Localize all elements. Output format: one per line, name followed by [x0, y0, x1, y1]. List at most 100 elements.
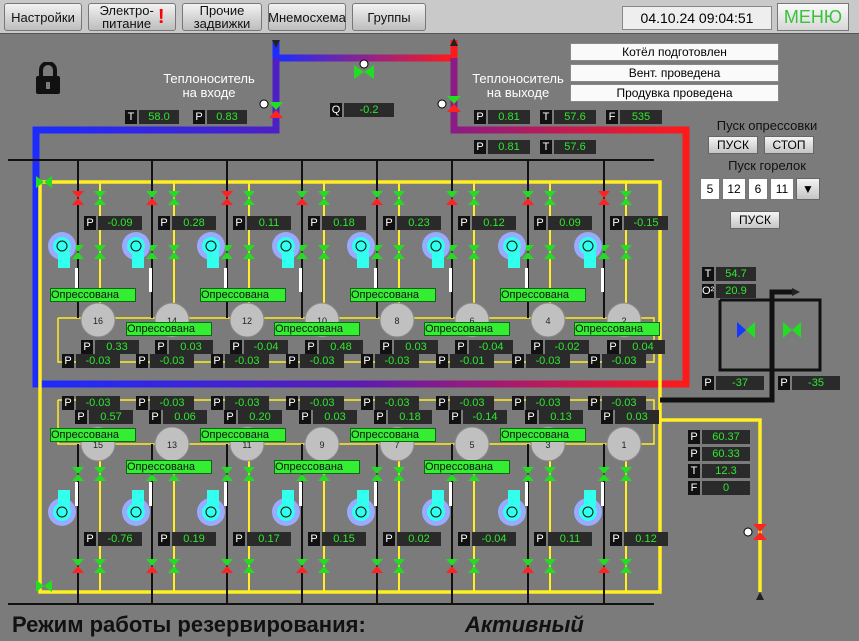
burner-icon[interactable]: 1 [606, 426, 642, 462]
indicator-bar [601, 482, 604, 506]
column-valve[interactable] [468, 245, 480, 259]
side-readout: P 60.37 [688, 430, 750, 444]
readout-label: P [158, 532, 170, 546]
burner-pressure: P 0.04 [607, 340, 665, 354]
flue-damper-right[interactable] [783, 322, 801, 338]
readout-value: -37 [716, 376, 764, 390]
column-valve[interactable] [221, 191, 233, 205]
column-valve[interactable] [393, 245, 405, 259]
column-valve[interactable] [393, 559, 405, 573]
readout-value: -0.03 [526, 354, 570, 368]
column-valve[interactable] [522, 559, 534, 573]
column-valve[interactable] [296, 191, 308, 205]
column-pressure: P -0.09 [84, 216, 142, 230]
column-valve[interactable] [318, 191, 330, 205]
column-valve[interactable] [468, 191, 480, 205]
column-valve[interactable] [468, 559, 480, 573]
column-valve[interactable] [620, 467, 632, 481]
column-valve[interactable] [146, 191, 158, 205]
burner-icon[interactable]: 5 [454, 426, 490, 462]
readout-value: 0.12 [624, 532, 668, 546]
readout-value: 0.11 [247, 216, 291, 230]
column-valve[interactable] [544, 191, 556, 205]
burner-icon[interactable]: 9 [304, 426, 340, 462]
column-valve[interactable] [522, 191, 534, 205]
flue-damper-left[interactable] [737, 322, 755, 338]
column-valve[interactable] [243, 559, 255, 573]
column-valve[interactable] [243, 245, 255, 259]
column-valve[interactable] [94, 467, 106, 481]
column-pressure: P 0.28 [158, 216, 216, 230]
column-valve[interactable] [446, 191, 458, 205]
burner-pressure: P -0.03 [136, 396, 194, 410]
chevron-down-icon[interactable]: ▼ [796, 178, 820, 200]
burner-pressure: P -0.03 [361, 396, 419, 410]
column-valve[interactable] [296, 559, 308, 573]
header-inlet-valve[interactable] [36, 176, 52, 188]
column-valve[interactable] [72, 467, 84, 481]
readout-label: P [149, 410, 161, 424]
column-valve[interactable] [94, 245, 106, 259]
burner-icon[interactable]: 8 [379, 302, 415, 338]
readout-value: 0.57 [89, 410, 133, 424]
column-valve[interactable] [620, 245, 632, 259]
readout-label: P [75, 410, 87, 424]
column-valve[interactable] [168, 559, 180, 573]
column-valve[interactable] [446, 559, 458, 573]
column-valve[interactable] [243, 467, 255, 481]
column-valve[interactable] [94, 559, 106, 573]
inlet-valve[interactable] [259, 99, 283, 118]
column-valve[interactable] [318, 245, 330, 259]
readout-label: P [224, 410, 236, 424]
column-valve[interactable] [598, 191, 610, 205]
column-valve[interactable] [146, 559, 158, 573]
column-valve[interactable] [620, 559, 632, 573]
column-valve[interactable] [522, 467, 534, 481]
readout-value: 0 [702, 481, 750, 495]
lock-icon[interactable] [34, 61, 62, 101]
column-valve[interactable] [393, 467, 405, 481]
burner-icon[interactable]: 13 [154, 426, 190, 462]
column-valve[interactable] [72, 559, 84, 573]
readout-label: P [474, 110, 486, 124]
column-valve[interactable] [168, 191, 180, 205]
outlet-readout: T 57.6 [540, 140, 596, 154]
outlet-valve[interactable] [437, 96, 461, 112]
readout-label: F [688, 481, 700, 495]
column-valve[interactable] [371, 559, 383, 573]
column-valve[interactable] [620, 191, 632, 205]
burner-icon[interactable]: 16 [80, 302, 116, 338]
readout-label: T [540, 140, 552, 154]
column-valve[interactable] [371, 191, 383, 205]
readout-label: P [383, 216, 395, 230]
column-valve[interactable] [598, 467, 610, 481]
column-valve[interactable] [221, 559, 233, 573]
column-valve[interactable] [168, 245, 180, 259]
burner-icon[interactable]: 12 [229, 302, 265, 338]
pressure-test-start-button[interactable]: ПУСК [708, 136, 758, 154]
column-valve[interactable] [598, 559, 610, 573]
burner-start-button[interactable]: ПУСК [730, 211, 780, 229]
column-valve[interactable] [544, 245, 556, 259]
pressure-test-stop-button[interactable]: СТОП [764, 136, 814, 154]
readout-value: 58.0 [139, 110, 179, 124]
column-valve[interactable] [72, 191, 84, 205]
column-valve[interactable] [318, 559, 330, 573]
bypass-valve[interactable] [354, 59, 374, 79]
column-valve[interactable] [243, 191, 255, 205]
burner-icon[interactable]: 4 [530, 302, 566, 338]
column-valve[interactable] [221, 467, 233, 481]
redundancy-mode-value: Активный [465, 612, 584, 637]
burner-number: 6 [748, 178, 768, 200]
column-pressure: P 0.23 [383, 216, 441, 230]
column-valve[interactable] [544, 467, 556, 481]
column-valve[interactable] [544, 559, 556, 573]
readout-label: F [606, 110, 618, 124]
readout-label: P [286, 396, 298, 410]
column-valve[interactable] [371, 467, 383, 481]
feed-valve[interactable] [743, 524, 767, 540]
column-valve[interactable] [94, 191, 106, 205]
readout-value: 0.03 [615, 410, 659, 424]
fan-icon [347, 490, 375, 526]
column-valve[interactable] [393, 191, 405, 205]
